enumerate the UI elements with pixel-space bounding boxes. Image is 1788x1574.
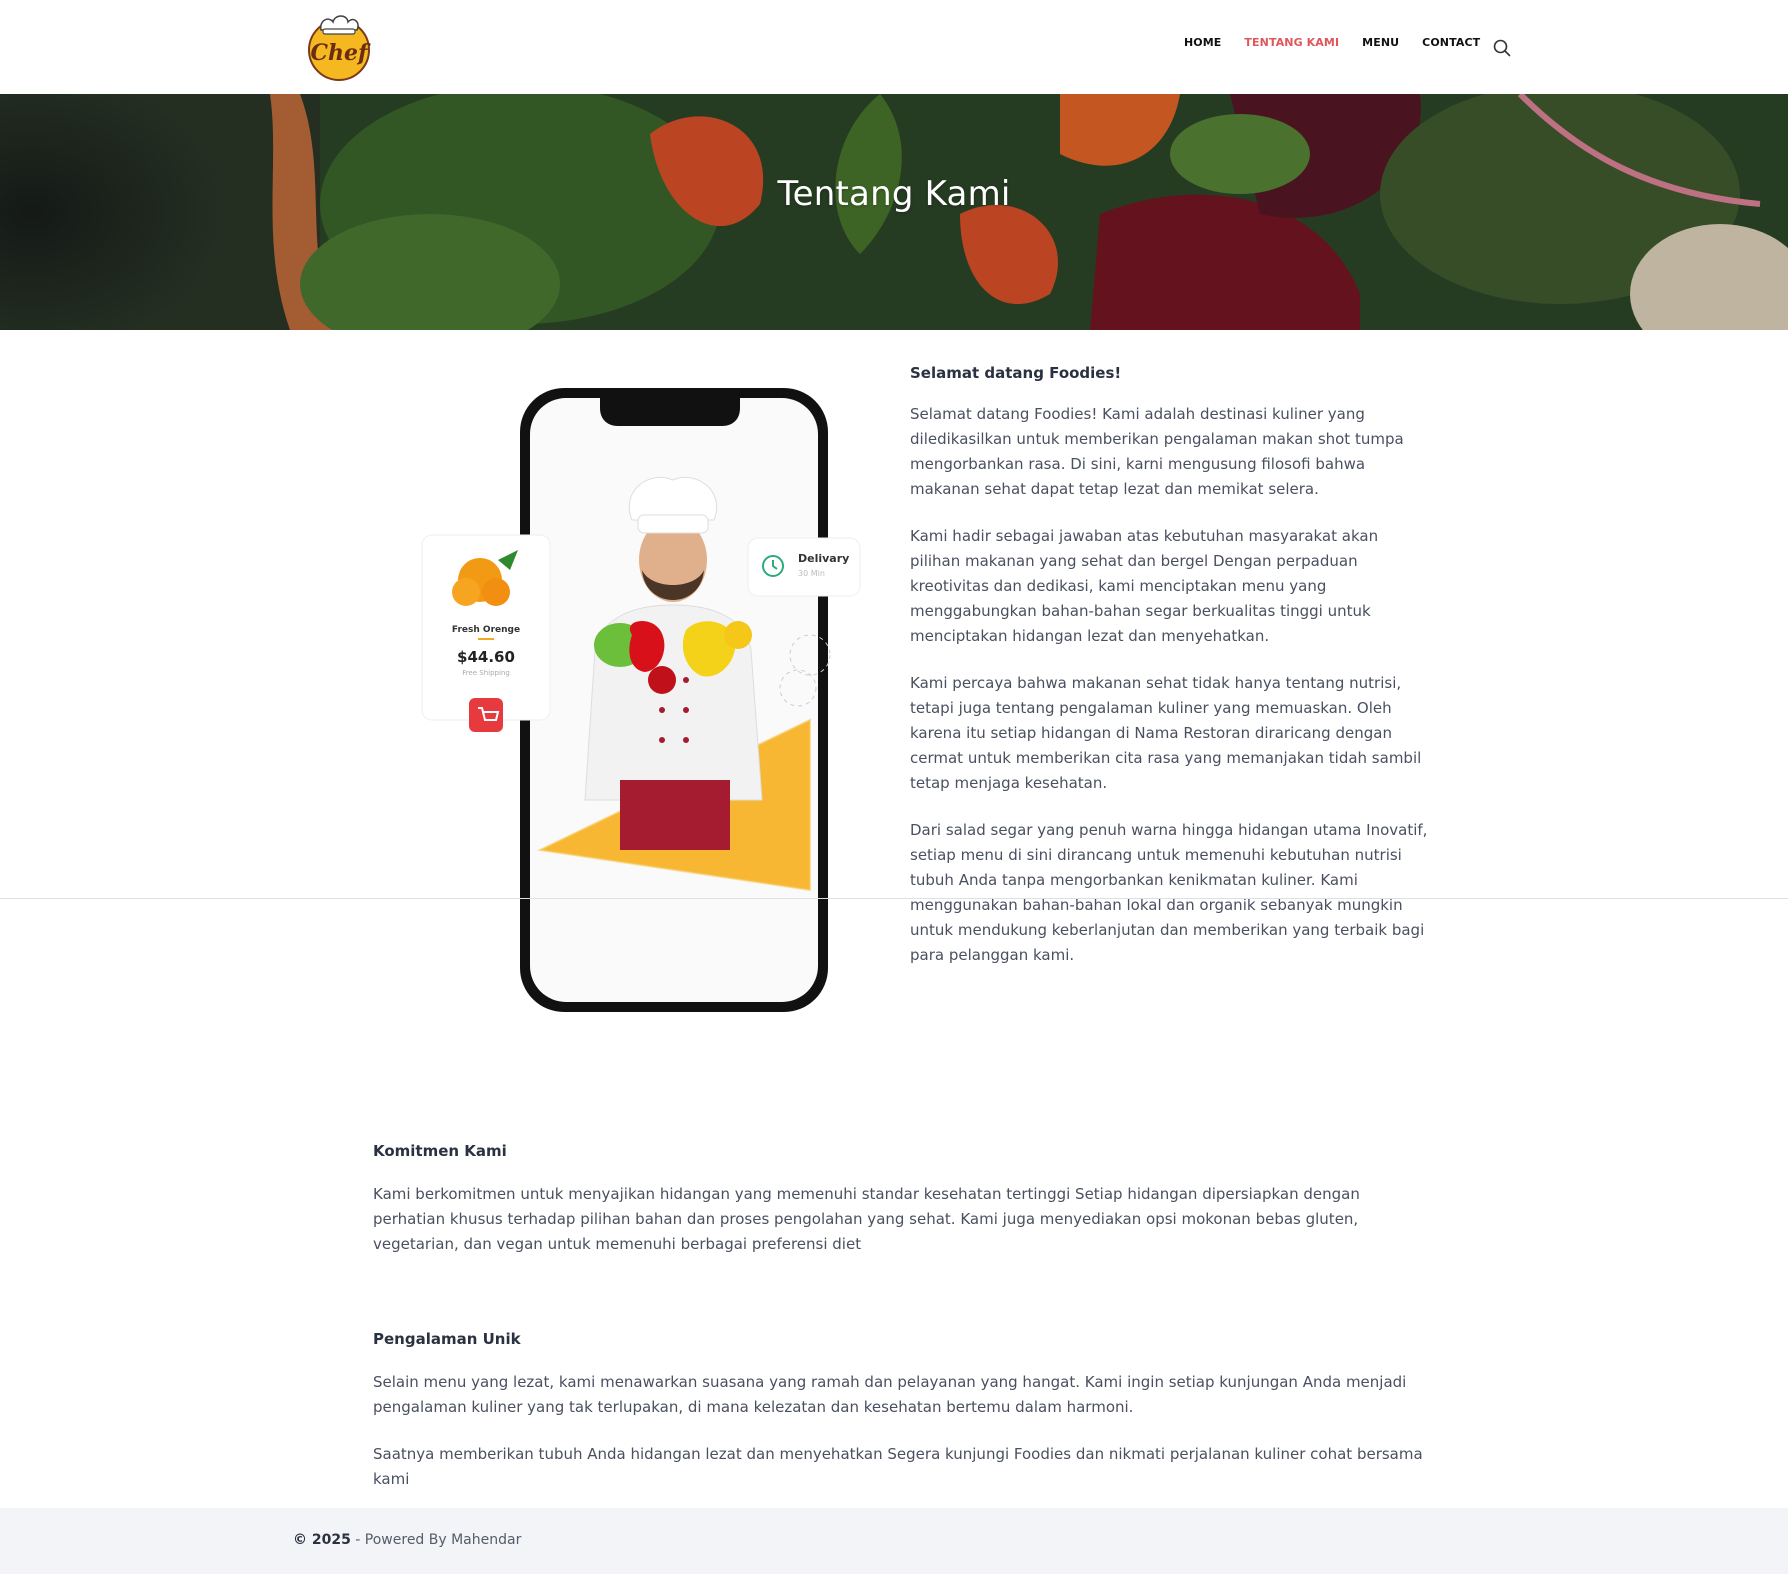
powered-by-text: - Powered By Mahendar — [350, 1532, 522, 1548]
about-paragraph: Selamat datang Foodies! Kami adalah dest… — [910, 405, 1404, 498]
product-shipping: Free Shipping — [462, 669, 510, 677]
about-paragraph: Kami hadir sebagai jawaban atas kebutuha… — [910, 527, 1379, 645]
search-button[interactable] — [1492, 38, 1512, 58]
chef-logo-icon: Chef — [308, 15, 372, 81]
main-nav: HOME TENTANG KAMI MENU CONTACT — [1184, 36, 1503, 49]
nav-home[interactable]: HOME — [1184, 36, 1221, 49]
product-name: Fresh Orenge — [452, 625, 520, 635]
delivery-time: 30 Min — [798, 569, 825, 578]
site-footer: © 2025 - Powered By Mahendar — [0, 1508, 1788, 1574]
commitment-heading: Komitmen Kami — [373, 1142, 507, 1160]
experience-paragraph: Selain menu yang lezat, kami menawarkan … — [373, 1373, 1407, 1416]
about-heading: Selamat datang Foodies! — [910, 364, 1122, 382]
phone-mockup-image: Fresh Orenge $44.60 Free Shipping Deliva… — [421, 388, 861, 1012]
nav-contact[interactable]: CONTACT — [1422, 36, 1480, 49]
nav-tentang-kami[interactable]: TENTANG KAMI — [1244, 36, 1339, 49]
commitment-section: Komitmen Kami Kami berkomitmen untuk men… — [373, 1142, 1433, 1279]
product-price: $44.60 — [457, 648, 515, 666]
section-divider — [0, 898, 1788, 899]
about-paragraph: Dari salad segar yang penuh warna hingga… — [910, 821, 1428, 964]
page-title: Tentang Kami — [777, 174, 1011, 214]
site-logo[interactable]: Chef — [303, 10, 375, 82]
delivery-label: Delivary — [798, 552, 849, 565]
commitment-paragraph: Kami berkomitmen untuk menyajikan hidang… — [373, 1185, 1360, 1253]
nav-menu[interactable]: MENU — [1362, 36, 1399, 49]
copyright-year: © 2025 — [293, 1532, 351, 1548]
chef-phone-illustration: Fresh Orenge $44.60 Free Shipping Deliva… — [370, 380, 870, 1040]
copyright-text: © 2025 - Powered By Mahendar — [293, 1532, 521, 1548]
about-section: Selamat datang Foodies! Selamat datang F… — [910, 364, 1430, 990]
about-paragraph: Kami percaya bahwa makanan sehat tidak h… — [910, 674, 1422, 792]
experience-heading: Pengalaman Unik — [373, 1330, 521, 1348]
search-icon — [1493, 39, 1511, 57]
logo-text: Chef — [311, 40, 372, 66]
experience-paragraph: Saatnya memberikan tubuh Anda hidangan l… — [373, 1445, 1423, 1488]
site-header: Chef HOME TENTANG KAMI MENU CONTACT — [0, 0, 1788, 94]
experience-section: Pengalaman Unik Selain menu yang lezat, … — [373, 1330, 1433, 1514]
page-hero: Tentang Kami — [0, 94, 1788, 330]
